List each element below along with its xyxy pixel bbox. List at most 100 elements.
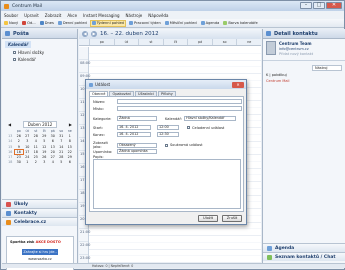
mini-calendar-day[interactable]: 31 xyxy=(57,134,66,138)
mini-calendar-day[interactable]: 11 xyxy=(32,145,41,149)
calendar-select[interactable]: Hlavní složky/Kalendář xyxy=(184,116,237,121)
location-input[interactable] xyxy=(117,106,242,111)
agenda-view-button[interactable]: Agenda xyxy=(200,20,221,27)
contacts-chat-button[interactable]: Seznam kontaktů / Chat xyxy=(263,252,345,261)
close-window-button[interactable]: ✕ xyxy=(326,2,342,9)
delete-button[interactable]: Od... xyxy=(21,20,37,27)
end-time-input[interactable]: 12:30 xyxy=(157,132,179,137)
agenda-panel-button[interactable]: Agenda xyxy=(263,243,345,252)
mini-calendar-day[interactable]: 19 xyxy=(40,150,49,154)
mini-calendar-day[interactable]: 27 xyxy=(23,134,32,138)
day-header[interactable]: út xyxy=(113,39,139,45)
mini-calendar-day[interactable]: 17 xyxy=(23,150,32,154)
new-button[interactable]: Nový xyxy=(3,20,19,27)
menu-im[interactable]: Instant Messaging xyxy=(83,13,119,18)
mini-calendar-day[interactable]: 9 xyxy=(15,145,24,149)
workweek-view-button[interactable]: Pracovní týden xyxy=(128,20,162,27)
mini-calendar-day[interactable]: 7 xyxy=(57,139,66,143)
right-list-row[interactable]: Centrum Mail xyxy=(266,79,342,83)
mini-calendar-day[interactable]: 3 xyxy=(40,160,49,164)
subject-input[interactable] xyxy=(117,99,242,104)
mini-calendar-day[interactable]: 30 xyxy=(49,134,58,138)
promo-button[interactable]: Zahrajte si hru jde.. xyxy=(22,249,58,255)
calendar-tree-item-main[interactable]: Hlavní složky xyxy=(5,50,74,55)
save-button[interactable]: Uložit xyxy=(198,215,218,222)
mini-calendar-day[interactable]: 18 xyxy=(32,150,41,154)
calendar-color-button[interactable]: Barva kalendáře xyxy=(222,20,258,27)
end-date-input[interactable]: 16. 4. 2012 xyxy=(117,132,151,137)
day-header[interactable]: so xyxy=(211,39,237,45)
mini-calendar-day[interactable]: 12 xyxy=(40,145,49,149)
mini-calendar-day[interactable]: 26 xyxy=(40,155,49,159)
menu-edit[interactable]: Upravit xyxy=(24,13,39,18)
day-header[interactable]: ne xyxy=(236,39,261,45)
minimize-button[interactable]: – xyxy=(300,2,312,9)
close-dialog-button[interactable]: ✕ xyxy=(232,81,244,88)
showas-select[interactable]: Obsazený xyxy=(117,142,157,148)
mini-calendar-day[interactable]: 26 xyxy=(15,134,24,138)
mail-nav-button[interactable]: Pošta xyxy=(2,29,77,39)
mini-calendar-day[interactable]: 20 xyxy=(49,150,58,154)
mini-calendar-day[interactable]: 5 xyxy=(57,160,66,164)
prev-month-icon[interactable]: ◀ xyxy=(8,122,11,127)
private-checkbox[interactable] xyxy=(165,143,168,147)
mini-calendar-day[interactable]: 24 xyxy=(23,155,32,159)
calendar-tree-item-calendar[interactable]: Kalendář xyxy=(5,57,74,62)
add-contact-link[interactable]: Přidat nový kontakt xyxy=(279,52,313,56)
mini-calendar-day[interactable]: 1 xyxy=(66,134,75,138)
mini-calendar-day[interactable]: 21 xyxy=(57,150,66,154)
day-view-button[interactable]: Denní pohled xyxy=(57,20,88,27)
next-week-icon[interactable]: ▶ xyxy=(91,31,97,37)
mini-calendar-day[interactable]: 8 xyxy=(66,139,75,143)
mini-calendar-day[interactable]: 27 xyxy=(49,155,58,159)
mini-calendar-day[interactable]: 2 xyxy=(15,139,24,143)
nav-celebrace[interactable]: Celebrace.cz xyxy=(2,217,77,226)
cancel-button[interactable]: Zrušit xyxy=(222,215,242,222)
category-select[interactable]: Žádná xyxy=(117,116,157,121)
mini-calendar-day[interactable]: 15 xyxy=(66,145,75,149)
mini-calendar-day[interactable]: 23 xyxy=(15,155,24,159)
day-header[interactable]: čt xyxy=(162,39,188,45)
mini-calendar-day[interactable]: 16 xyxy=(13,148,24,155)
mini-calendar-day[interactable]: 1 xyxy=(23,160,32,164)
next-month-icon[interactable]: ▶ xyxy=(69,122,72,127)
today-button[interactable]: Dnes xyxy=(39,20,55,27)
mini-calendar-day[interactable]: 10 xyxy=(23,145,32,149)
mini-calendar-day[interactable]: 28 xyxy=(32,134,41,138)
mini-calendar-day[interactable]: 28 xyxy=(57,155,66,159)
reminder-select[interactable]: Žádná upomínka xyxy=(117,149,157,154)
start-time-input[interactable]: 12:00 xyxy=(157,125,179,130)
mini-calendar-month[interactable]: Duben 2012 xyxy=(22,121,58,128)
mini-calendar-day[interactable]: 22 xyxy=(66,150,75,154)
mini-calendar-day[interactable]: 14 xyxy=(57,145,66,149)
mini-calendar-day[interactable]: 6 xyxy=(66,160,75,164)
menu-view[interactable]: Zobrazit xyxy=(45,13,62,18)
mini-calendar-day[interactable]: 2 xyxy=(32,160,41,164)
menu-tools[interactable]: Nástroje xyxy=(126,13,143,18)
contact-email[interactable]: info@centrum.cz xyxy=(279,47,313,51)
mini-calendar-day[interactable]: 4 xyxy=(49,160,58,164)
menu-help[interactable]: Nápověda xyxy=(148,13,168,18)
nav-tasks[interactable]: Úkoly xyxy=(2,199,77,208)
menu-actions[interactable]: Akce xyxy=(67,13,77,18)
day-header[interactable]: po xyxy=(89,39,114,45)
week-view-button[interactable]: Týdenní pohled xyxy=(89,19,126,27)
right-list-row[interactable]: K | pokdlbuj xyxy=(266,73,342,77)
menu-file[interactable]: Soubor xyxy=(4,13,18,18)
mini-calendar-day[interactable]: 3 xyxy=(23,139,32,143)
mini-calendar-day[interactable]: 29 xyxy=(40,134,49,138)
nav-contacts[interactable]: Kontakty xyxy=(2,208,77,217)
mini-calendar-day[interactable]: 6 xyxy=(49,139,58,143)
note-textarea[interactable] xyxy=(93,159,241,209)
tools-dropdown[interactable]: Nástroj xyxy=(312,65,342,71)
day-header[interactable]: pá xyxy=(187,39,212,45)
mini-calendar-day[interactable]: 29 xyxy=(66,155,75,159)
maximize-button[interactable]: □ xyxy=(313,2,325,9)
mini-calendar-day[interactable]: 25 xyxy=(32,155,41,159)
prev-week-icon[interactable]: ◀ xyxy=(82,31,88,37)
calendar-tree-header[interactable]: Kalendář xyxy=(5,41,32,48)
allday-checkbox[interactable] xyxy=(187,126,190,129)
day-header[interactable]: st xyxy=(138,39,163,45)
start-date-input[interactable]: 16. 4. 2012 xyxy=(117,125,151,130)
month-view-button[interactable]: Měsíční pohled xyxy=(164,20,198,27)
